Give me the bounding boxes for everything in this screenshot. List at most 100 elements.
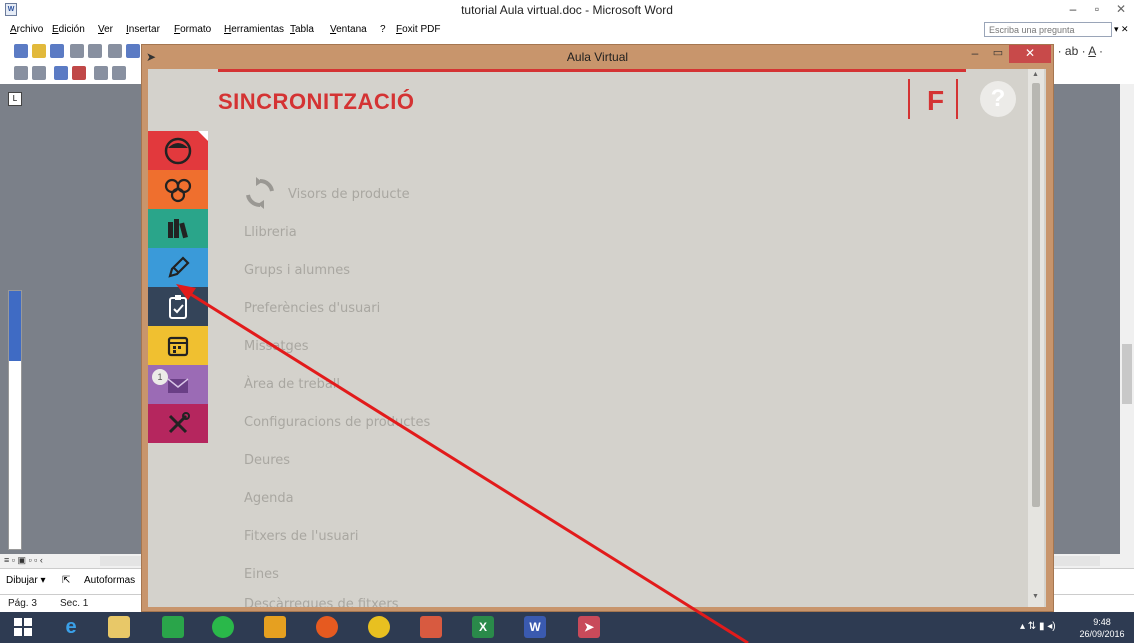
chrome-icon[interactable] <box>368 616 390 638</box>
section-number: Sec. 1 <box>60 598 89 609</box>
brand-logo-letter: F <box>927 85 945 116</box>
tab-selector-icon[interactable]: L <box>8 92 22 106</box>
firefox-icon[interactable] <box>316 616 338 638</box>
aula-scroll-thumb[interactable] <box>1032 83 1040 507</box>
ask-dropdown-icon[interactable]: ▾ ✕ <box>1114 24 1129 35</box>
word-icon[interactable]: W <box>524 616 546 638</box>
edit2-icon[interactable] <box>32 66 46 80</box>
word-menubar: Archivo Edición Ver Insertar Formato Her… <box>0 20 1134 40</box>
document-scroll-thumb[interactable] <box>1122 344 1132 404</box>
ask-question-input[interactable]: Escriba una pregunta <box>984 22 1112 37</box>
clock-time: 9:48 <box>1093 617 1111 627</box>
clipboard-check-icon <box>169 294 187 319</box>
permission-icon[interactable] <box>70 44 84 58</box>
menu-herramientas[interactable]: Herramientas <box>224 24 284 35</box>
word-window-title: tutorial Aula virtual.doc - Microsoft Wo… <box>461 3 673 17</box>
aula-virtual-window: ➤ Aula Virtual – ▭ ✕ SINCRONITZACIÓ F ? <box>141 44 1054 612</box>
excel-icon[interactable]: X <box>472 616 494 638</box>
nav-tile-agenda[interactable] <box>148 326 208 365</box>
menu-grups-alumnes[interactable]: Grups i alumnes <box>244 263 350 278</box>
accent-line <box>218 69 966 72</box>
menu-foxit-pdf[interactable]: Foxit PDF <box>396 24 440 35</box>
menu-missatges[interactable]: Missatges <box>244 339 308 354</box>
calendar-icon <box>167 336 189 356</box>
word-close-button[interactable]: ✕ <box>1108 0 1134 20</box>
draw-menu[interactable]: Dibujar ▾ <box>6 575 45 586</box>
ruler-margin <box>9 291 21 361</box>
store-icon[interactable] <box>162 616 184 638</box>
outdent-icon[interactable] <box>72 66 86 80</box>
view-buttons[interactable]: ≡ ▫ ▣ ▫ ▫ ‹ <box>4 555 43 566</box>
user-face-icon <box>164 137 192 164</box>
menu-tabla[interactable]: Tabla <box>290 24 314 35</box>
scroll-down-icon[interactable]: ▼ <box>1032 593 1039 600</box>
menu-visors-producte[interactable]: Visors de producte <box>288 187 410 202</box>
print-icon[interactable] <box>88 44 102 58</box>
nav-tile-tasks[interactable] <box>148 287 208 326</box>
menu-area-treball[interactable]: Àrea de treball <box>244 377 340 392</box>
start-button[interactable] <box>12 616 34 638</box>
aula-content: SINCRONITZACIÓ F ? 1 Visors de producte … <box>148 69 1046 607</box>
vertical-ruler <box>8 290 22 550</box>
spell-icon[interactable] <box>126 44 140 58</box>
menu-llibreria[interactable]: Llibreria <box>244 225 297 240</box>
autoshapes-menu[interactable]: Autoformas <box>84 575 135 586</box>
document-scrollbar[interactable] <box>1120 84 1134 554</box>
menu-deures[interactable]: Deures <box>244 453 290 468</box>
notification-badge: 1 <box>152 369 168 385</box>
nav-tile-profile[interactable] <box>148 131 208 170</box>
file-explorer-icon[interactable] <box>108 616 130 638</box>
powerpoint-icon[interactable] <box>420 616 442 638</box>
menu-preferencies-usuari[interactable]: Preferències d'usuari <box>244 301 380 316</box>
aula-window-title: Aula Virtual <box>566 50 629 64</box>
ie-icon[interactable]: e <box>60 616 82 638</box>
menu-ventana[interactable]: Ventana <box>330 24 367 35</box>
help-button[interactable]: ? <box>980 81 1016 117</box>
taskbar: e X W ➤ ▴ ⇅ ▮ ◂) 9:48 26/09/2016 <box>0 612 1134 643</box>
nav-tile-messages[interactable]: 1 <box>148 365 208 404</box>
word-minimize-button[interactable]: – <box>1060 0 1086 20</box>
nav-tile-groups[interactable] <box>148 170 208 209</box>
nav-tile-tools[interactable] <box>148 404 208 443</box>
cursor-icon[interactable]: ⇱ <box>62 575 70 586</box>
aula-maximize-button[interactable]: ▭ <box>987 46 1009 64</box>
menu-eines[interactable]: Eines <box>244 567 279 582</box>
aula-minimize-button[interactable]: – <box>964 46 986 64</box>
preview-icon[interactable] <box>108 44 122 58</box>
menu-help[interactable]: ? <box>380 24 386 35</box>
aula-titlebar: ➤ Aula Virtual – ▭ ✕ <box>142 45 1053 69</box>
system-tray[interactable]: ▴ ⇅ ▮ ◂) <box>1020 621 1056 632</box>
menu-insertar[interactable]: Insertar <box>126 24 160 35</box>
format-tools-icon[interactable]: ▫ · ab · A · <box>1050 44 1103 58</box>
menu-configuracions-productes[interactable]: Configuracions de productes <box>244 415 430 430</box>
word-restore-button[interactable]: ▫ <box>1084 0 1110 20</box>
save-icon[interactable] <box>50 44 64 58</box>
edit-icon[interactable] <box>14 66 28 80</box>
menu-agenda[interactable]: Agenda <box>244 491 294 506</box>
nav-tile-edit[interactable] <box>148 248 208 287</box>
menu-ver[interactable]: Ver <box>98 24 113 35</box>
aula-scrollbar[interactable]: ▲ ▼ <box>1028 69 1044 607</box>
menu-fitxers-usuari[interactable]: Fitxers de l'usuari <box>244 529 359 544</box>
open-icon[interactable] <box>32 44 46 58</box>
notes-app-icon[interactable] <box>264 616 286 638</box>
aula-close-button[interactable]: ✕ <box>1009 45 1051 63</box>
new-doc-icon[interactable] <box>14 44 28 58</box>
sort-desc-icon[interactable] <box>112 66 126 80</box>
menu-formato[interactable]: Formato <box>174 24 211 35</box>
menu-edicion[interactable]: Edición <box>52 24 85 35</box>
menu-descarregues-fitxers[interactable]: Descàrregues de fitxers <box>244 597 399 607</box>
sort-asc-icon[interactable] <box>94 66 108 80</box>
nav-tile-library[interactable] <box>148 209 208 248</box>
spotify-icon[interactable] <box>212 616 234 638</box>
clock[interactable]: 9:48 26/09/2016 <box>1074 616 1130 640</box>
word-titlebar: W tutorial Aula virtual.doc - Microsoft … <box>0 0 1134 20</box>
scroll-up-icon[interactable]: ▲ <box>1032 71 1039 78</box>
windows-logo-icon <box>14 618 32 636</box>
library-books-icon <box>168 218 188 238</box>
page-number: Pág. 3 <box>8 598 37 609</box>
indent-icon[interactable] <box>54 66 68 80</box>
menu-archivo[interactable]: Archivo <box>10 24 43 35</box>
aula-virtual-taskbar-icon[interactable]: ➤ <box>578 616 600 638</box>
pencil-icon <box>168 255 190 278</box>
